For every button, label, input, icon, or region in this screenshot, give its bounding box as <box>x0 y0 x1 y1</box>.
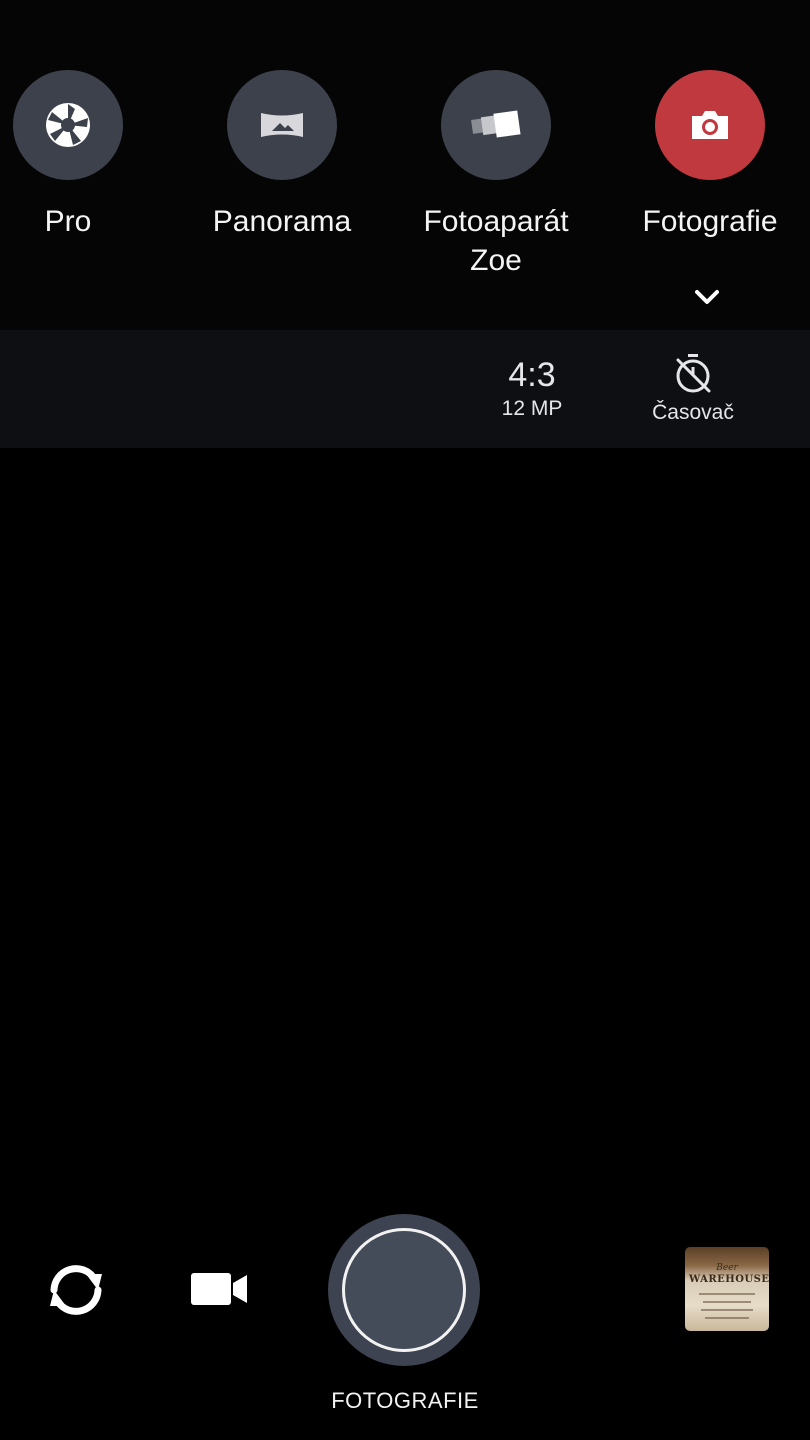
thumbnail-line <box>703 1301 751 1303</box>
mode-zoe[interactable]: Fotoaparát Zoe <box>396 70 596 280</box>
timer-off-icon <box>676 354 711 393</box>
mode-pro-circle[interactable] <box>13 70 123 180</box>
aspect-ratio-value: 4:3 <box>508 356 556 394</box>
thumbnail-line <box>705 1317 749 1319</box>
mode-zoe-label: Fotoaparát Zoe <box>423 205 569 277</box>
timer-setting[interactable]: Časovač <box>633 330 753 448</box>
camera-icon <box>692 111 728 139</box>
mode-photo-label: Fotografie <box>642 205 778 238</box>
viewfinder[interactable] <box>0 448 810 1208</box>
resolution-value: 12 MP <box>501 397 563 420</box>
mode-pro-label: Pro <box>44 205 92 238</box>
thumbnail-text-1: Beer <box>716 1263 738 1273</box>
mode-pro[interactable]: Pro <box>0 70 168 241</box>
zoe-camera-icon <box>471 110 521 138</box>
mode-panorama-label: Panorama <box>212 205 352 238</box>
gallery-thumbnail[interactable]: Beer WAREHOUSE <box>685 1247 769 1331</box>
aperture-icon <box>46 103 90 147</box>
mode-selector: Pro Panorama Fotoaparát Zoe Fotografie <box>0 0 810 330</box>
thumbnail-line <box>701 1309 753 1311</box>
shutter-ring <box>342 1228 466 1352</box>
mode-photo[interactable]: Fotografie <box>610 70 810 241</box>
aspect-ratio-setting[interactable]: 4:3 12 MP <box>472 330 592 448</box>
mode-photo-circle[interactable] <box>655 70 765 180</box>
panorama-icon <box>261 113 303 137</box>
thumbnail-line <box>699 1293 755 1295</box>
chevron-down-icon[interactable] <box>690 282 724 312</box>
thumbnail-text-2: WAREHOUSE <box>689 1274 769 1285</box>
quick-settings-bar: 4:3 12 MP Časovač <box>0 330 810 448</box>
switch-camera-icon[interactable] <box>40 1254 112 1326</box>
timer-label: Časovač <box>652 401 734 424</box>
video-camera-icon[interactable] <box>186 1262 252 1316</box>
shutter-button[interactable] <box>328 1214 480 1366</box>
mode-panorama[interactable]: Panorama <box>182 70 382 241</box>
mode-zoe-circle[interactable] <box>441 70 551 180</box>
current-mode-caption: FOTOGRAFIE <box>331 1388 479 1413</box>
camera-app: Pro Panorama Fotoaparát Zoe Fotografie 4… <box>0 0 810 1440</box>
mode-panorama-circle[interactable] <box>227 70 337 180</box>
